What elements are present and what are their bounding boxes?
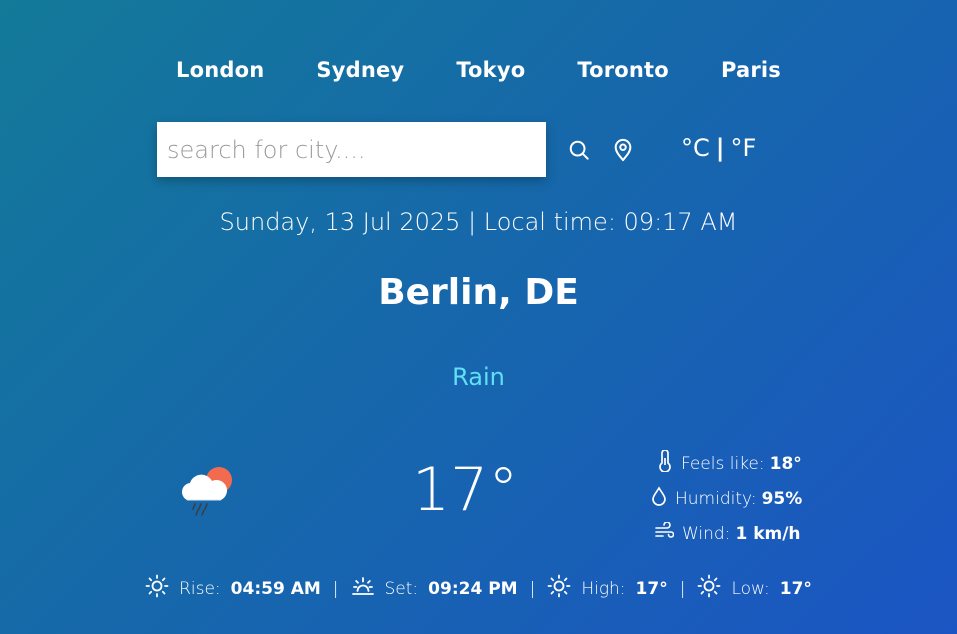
city-link-paris[interactable]: Paris <box>695 58 807 82</box>
sun-icon <box>547 574 571 603</box>
sunset-value: 09:24 PM <box>428 578 518 599</box>
low-label: Low: <box>731 578 770 599</box>
feels-like-row: Feels like: 18° <box>650 446 802 481</box>
location-title: Berlin, DE <box>378 272 579 313</box>
search-row <box>157 122 634 177</box>
search-icon[interactable] <box>568 139 590 161</box>
feels-like-value: 18° <box>769 453 802 474</box>
sun-icon <box>697 574 721 603</box>
low-temp-item: Low: 17° <box>697 574 812 603</box>
sunrise-label: Rise: <box>179 578 221 599</box>
high-label: High: <box>581 578 626 599</box>
sun-and-temps-bar: Rise: 04:59 AM | Set: 09:24 PM | High: 1… <box>0 574 957 603</box>
city-quick-links: London Sydney Tokyo Toronto Paris <box>0 58 957 82</box>
fahrenheit-button[interactable]: °F <box>731 134 757 162</box>
location-pin-icon[interactable] <box>612 138 634 162</box>
humidity-row: Humidity: 95% <box>650 481 802 516</box>
wind-row: Wind: 1 km/h <box>650 516 802 551</box>
divider: | <box>529 578 536 599</box>
city-link-sydney[interactable]: Sydney <box>290 58 430 82</box>
divider: | <box>332 578 339 599</box>
weather-condition: Rain <box>452 363 505 391</box>
feels-like-label: Feels like: <box>681 453 765 474</box>
wind-icon <box>654 521 675 545</box>
sunset-icon <box>351 574 375 603</box>
sunset-label: Set: <box>384 578 419 599</box>
wind-value: 1 km/h <box>735 523 801 544</box>
rain-cloud-sun-icon <box>177 462 237 522</box>
divider: | <box>679 578 686 599</box>
city-link-toronto[interactable]: Toronto <box>551 58 695 82</box>
humidity-label: Humidity: <box>675 488 757 509</box>
high-temp-item: High: 17° <box>547 574 668 603</box>
search-input[interactable] <box>157 122 546 177</box>
high-value: 17° <box>635 578 668 599</box>
city-link-tokyo[interactable]: Tokyo <box>430 58 551 82</box>
sunrise-value: 04:59 AM <box>230 578 321 599</box>
unit-separator: | <box>715 134 725 162</box>
sun-icon <box>145 574 169 603</box>
droplet-icon <box>651 486 667 511</box>
city-link-london[interactable]: London <box>150 58 290 82</box>
low-value: 17° <box>779 578 812 599</box>
current-temperature: 17° <box>412 455 519 525</box>
weather-app: London Sydney Tokyo Toronto Paris °C | °… <box>0 0 957 634</box>
weather-details: Feels like: 18° Humidity: 95% Wind: 1 km… <box>650 446 802 551</box>
local-datetime: Sunday, 13 Jul 2025 | Local time: 09:17 … <box>219 208 738 236</box>
celsius-button[interactable]: °C <box>681 134 710 162</box>
thermometer-icon <box>657 449 673 477</box>
unit-toggle: °C | °F <box>681 134 756 162</box>
sunset-item: Set: 09:24 PM <box>351 574 518 603</box>
sunrise-item: Rise: 04:59 AM <box>145 574 321 603</box>
humidity-value: 95% <box>761 488 803 509</box>
wind-label: Wind: <box>682 523 731 544</box>
